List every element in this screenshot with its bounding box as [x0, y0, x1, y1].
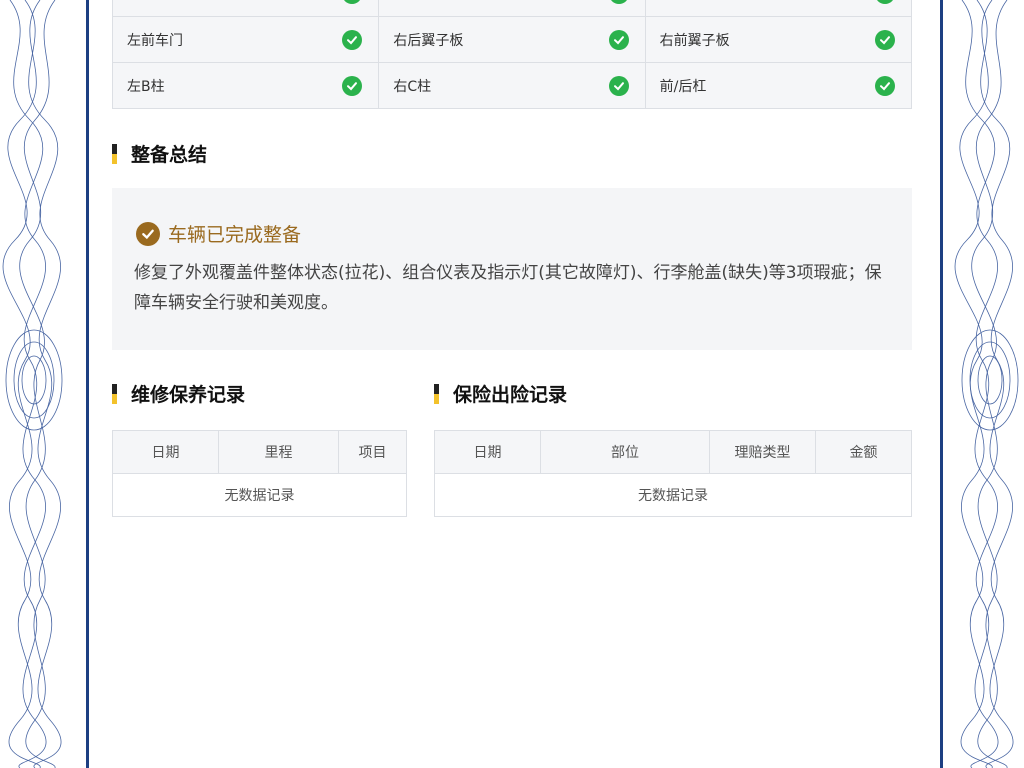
insurance-section-title: 保险出险记录 [434, 380, 567, 407]
check-circle-icon [874, 0, 895, 4]
inspection-grid: 左前车门 右后翼子板 右前翼子板 左B柱 右C柱 前/后杠 [112, 0, 912, 109]
insurance-table: 日期 部位 理赔类型 金额 无数据记录 [434, 430, 912, 517]
table-row: 无数据记录 [434, 473, 912, 517]
column-header: 日期 [434, 430, 541, 474]
check-circle-icon [608, 75, 629, 96]
summary-section-title: 整备总结 [112, 140, 207, 167]
section-title-text: 维修保养记录 [131, 384, 246, 406]
grid-cell [113, 0, 380, 16]
maintenance-section-title: 维修保养记录 [112, 380, 245, 407]
grid-cell: 前/后杠 [646, 63, 911, 108]
empty-state: 无数据记录 [434, 473, 912, 517]
grid-row [113, 0, 911, 17]
section-title-text: 保险出险记录 [453, 384, 568, 406]
part-label: 右前翼子板 [659, 32, 730, 49]
guilloche-border-right [954, 0, 1019, 768]
part-label: 前/后杠 [659, 78, 707, 95]
table-row: 无数据记录 [112, 473, 407, 517]
grid-cell: 左B柱 [113, 63, 380, 108]
column-header: 金额 [815, 430, 912, 474]
column-header: 日期 [112, 430, 219, 474]
grid-row: 左B柱 右C柱 前/后杠 [113, 63, 911, 109]
check-circle-icon [608, 29, 629, 50]
column-header: 理赔类型 [709, 430, 816, 474]
frame-line-right [940, 0, 943, 768]
table-header-row: 日期 部位 理赔类型 金额 [434, 430, 912, 474]
check-circle-icon [136, 221, 160, 246]
check-circle-icon [342, 29, 363, 50]
part-label: 右C柱 [393, 78, 432, 95]
maintenance-table: 日期 里程 项目 无数据记录 [112, 430, 407, 517]
grid-cell: 右前翼子板 [646, 17, 911, 62]
summary-status-title: 车辆已完成整备 [168, 224, 302, 246]
summary-box: 车辆已完成整备 修复了外观覆盖件整体状态(拉花)、组合仪表及指示灯(其它故障灯)… [112, 188, 912, 350]
check-circle-icon [874, 75, 895, 96]
check-circle-icon [342, 75, 363, 96]
grid-row: 左前车门 右后翼子板 右前翼子板 [113, 17, 911, 63]
check-circle-icon [874, 29, 895, 50]
table-header-row: 日期 里程 项目 [112, 430, 407, 474]
empty-state: 无数据记录 [112, 473, 407, 517]
summary-status: 车辆已完成整备 [136, 220, 301, 247]
section-marker [434, 383, 439, 404]
check-circle-icon [342, 0, 363, 4]
column-header: 部位 [540, 430, 710, 474]
section-marker [112, 143, 117, 164]
section-title-text: 整备总结 [131, 144, 208, 166]
summary-text: 修复了外观覆盖件整体状态(拉花)、组合仪表及指示灯(其它故障灯)、行李舱盖(缺失… [134, 263, 882, 313]
part-label: 右后翼子板 [393, 32, 464, 49]
column-header: 里程 [218, 430, 339, 474]
check-circle-icon [608, 0, 629, 4]
part-label: 左前车门 [127, 32, 183, 49]
grid-cell [379, 0, 646, 16]
grid-cell: 左前车门 [113, 17, 380, 62]
grid-cell: 右后翼子板 [379, 17, 646, 62]
section-marker [112, 383, 117, 404]
grid-cell [646, 0, 911, 16]
grid-cell: 右C柱 [379, 63, 646, 108]
frame-line-left [86, 0, 89, 768]
column-header: 项目 [338, 430, 407, 474]
guilloche-border-left [2, 0, 63, 768]
part-label: 左B柱 [127, 78, 165, 95]
